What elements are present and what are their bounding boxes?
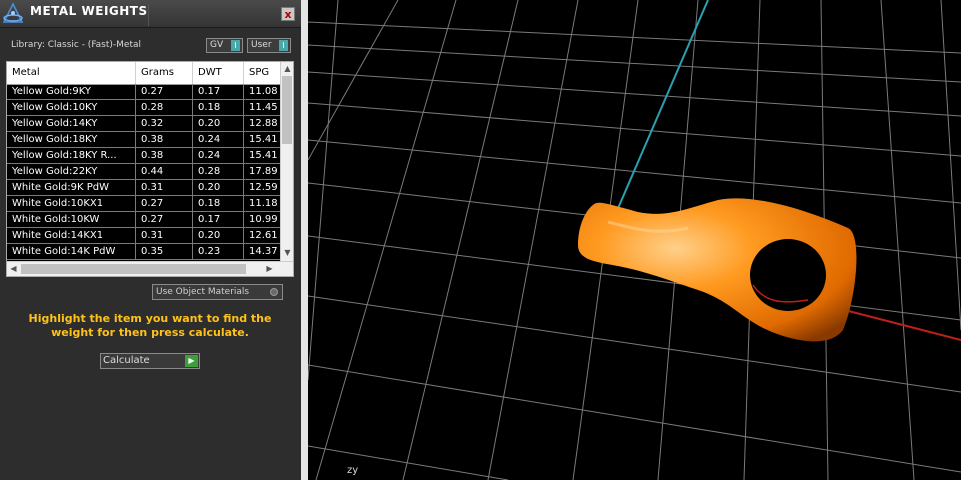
cell-dwt: 0.23 — [193, 244, 244, 259]
scroll-right-icon[interactable]: ▶ — [263, 264, 276, 273]
gold-ring-model[interactable] — [578, 198, 857, 342]
user-filter-button[interactable]: User I — [247, 38, 291, 53]
column-header-grams[interactable]: Grams — [136, 62, 193, 84]
cell-grams: 0.44 — [136, 164, 193, 179]
cell-metal: Yellow Gold:9KY — [7, 84, 136, 99]
cell-spg: 12.61 — [244, 228, 284, 243]
cell-spg: 15.41 — [244, 132, 284, 147]
cell-spg: 12.88 — [244, 116, 284, 131]
cell-grams: 0.27 — [136, 212, 193, 227]
cell-spg: 17.89 — [244, 164, 284, 179]
table-row[interactable]: Yellow Gold:18KY 0.38 0.24 15.41 — [7, 132, 284, 148]
cell-grams: 0.28 — [136, 100, 193, 115]
panel-title: METAL WEIGHTS — [30, 4, 148, 18]
cell-metal: White Gold:14KX1 — [7, 228, 136, 243]
radio-dot-icon — [270, 288, 278, 296]
3d-viewport[interactable] — [308, 0, 961, 480]
cell-spg: 12.59 — [244, 180, 284, 195]
cell-dwt: 0.24 — [193, 148, 244, 163]
table-row[interactable]: Yellow Gold:10KY 0.28 0.18 11.45 — [7, 100, 284, 116]
title-divider — [148, 4, 149, 26]
cell-grams: 0.35 — [136, 244, 193, 259]
table-row[interactable]: Yellow Gold:22KY 0.44 0.28 17.89 — [7, 164, 284, 180]
cell-spg: 10.99 — [244, 212, 284, 227]
instruction-text: Highlight the item you want to find the … — [28, 312, 272, 339]
cell-spg: 14.37 — [244, 244, 284, 259]
table-row[interactable]: White Gold:10KX1 0.27 0.18 11.18 — [7, 196, 284, 212]
table-row[interactable]: Yellow Gold:9KY 0.27 0.17 11.08 — [7, 84, 284, 100]
gv-filter-label: GV — [210, 40, 224, 50]
table-row[interactable]: Yellow Gold:18KY R... 0.38 0.24 15.41 — [7, 148, 284, 164]
table-row[interactable]: White Gold:9K PdW 0.31 0.20 12.59 — [7, 180, 284, 196]
cell-spg: 11.45 — [244, 100, 284, 115]
panel-splitter[interactable] — [301, 0, 308, 480]
cell-grams: 0.38 — [136, 148, 193, 163]
cell-grams: 0.27 — [136, 84, 193, 99]
gv-filter-button[interactable]: GV I — [206, 38, 243, 53]
cell-spg: 11.18 — [244, 196, 284, 211]
metal-table: Metal Grams DWT SPG Yellow Gold:9KY 0.27 0… — [6, 61, 294, 277]
cell-dwt: 0.17 — [193, 212, 244, 227]
cell-grams: 0.31 — [136, 228, 193, 243]
panel-titlebar[interactable]: METAL WEIGHTS x — [0, 0, 301, 28]
cell-grams: 0.38 — [136, 132, 193, 147]
table-row[interactable]: White Gold:14K PdW 0.35 0.23 14.37 — [7, 244, 284, 260]
axis-indicator-label: zy — [347, 465, 359, 476]
cell-dwt: 0.28 — [193, 164, 244, 179]
use-object-materials-button[interactable]: Use Object Materials — [152, 284, 283, 300]
scroll-left-icon[interactable]: ◀ — [7, 264, 20, 273]
use-object-materials-label: Use Object Materials — [156, 287, 250, 297]
horizontal-scrollbar[interactable]: ◀ ▶ — [7, 261, 293, 276]
cell-grams: 0.32 — [136, 116, 193, 131]
cell-metal: White Gold:10KX1 — [7, 196, 136, 211]
column-header-spg[interactable]: SPG — [244, 62, 284, 84]
cell-dwt: 0.20 — [193, 180, 244, 195]
cell-dwt: 0.18 — [193, 100, 244, 115]
cell-dwt: 0.18 — [193, 196, 244, 211]
cell-dwt: 0.17 — [193, 84, 244, 99]
table-row[interactable]: Yellow Gold:14KY 0.32 0.20 12.88 — [7, 116, 284, 132]
cell-metal: Yellow Gold:10KY — [7, 100, 136, 115]
horizontal-scroll-thumb[interactable] — [21, 264, 246, 274]
user-filter-label: User — [251, 40, 272, 50]
cell-dwt: 0.20 — [193, 116, 244, 131]
column-header-metal[interactable]: Metal — [7, 62, 136, 84]
table-header: Metal Grams DWT SPG — [7, 62, 284, 85]
cell-spg: 15.41 — [244, 148, 284, 163]
gv-toggle-indicator: I — [231, 40, 240, 51]
vertical-scroll-thumb[interactable] — [282, 76, 292, 144]
user-toggle-indicator: I — [279, 40, 288, 51]
calculate-label: Calculate — [103, 355, 150, 366]
table-row[interactable]: White Gold:14KX1 0.31 0.20 12.61 — [7, 228, 284, 244]
play-arrow-icon: ▶ — [185, 355, 198, 367]
cell-metal: Yellow Gold:18KY R... — [7, 148, 136, 163]
cell-dwt: 0.20 — [193, 228, 244, 243]
scroll-down-icon[interactable]: ▼ — [281, 248, 293, 257]
library-label: Library: Classic - (Fast)-Metal — [11, 40, 142, 50]
scroll-up-icon[interactable]: ▲ — [281, 64, 293, 73]
cell-metal: Yellow Gold:18KY — [7, 132, 136, 147]
cell-metal: Yellow Gold:22KY — [7, 164, 136, 179]
column-header-dwt[interactable]: DWT — [193, 62, 244, 84]
cell-dwt: 0.24 — [193, 132, 244, 147]
table-row[interactable]: White Gold:10KW 0.27 0.17 10.99 — [7, 212, 284, 228]
cell-metal: White Gold:10KW — [7, 212, 136, 227]
vertical-scrollbar[interactable]: ▲ ▼ — [280, 62, 293, 261]
app-logo-icon — [2, 2, 24, 23]
cell-spg: 11.08 — [244, 84, 284, 99]
close-button[interactable]: x — [281, 7, 295, 21]
table-body: Yellow Gold:9KY 0.27 0.17 11.08 Yellow Gold:… — [7, 84, 284, 260]
calculate-button[interactable]: Calculate ▶ — [100, 353, 200, 369]
metal-weights-panel: METAL WEIGHTS x Library: Classic - (Fast… — [0, 0, 301, 480]
cell-metal: Yellow Gold:14KY — [7, 116, 136, 131]
cell-grams: 0.27 — [136, 196, 193, 211]
cell-grams: 0.31 — [136, 180, 193, 195]
cell-metal: White Gold:14K PdW — [7, 244, 136, 259]
cell-metal: White Gold:9K PdW — [7, 180, 136, 195]
